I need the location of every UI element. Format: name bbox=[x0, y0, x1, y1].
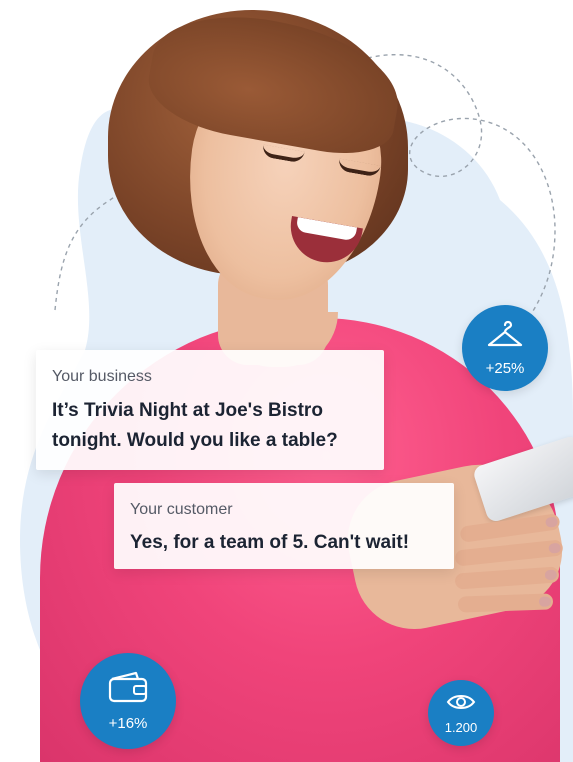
customer-message-bubble: Your customer Yes, for a team of 5. Can'… bbox=[114, 483, 454, 569]
finger bbox=[457, 593, 554, 613]
business-message-line-2: tonight. Would you like a table? bbox=[52, 430, 338, 451]
clothing-stat-badge: +25% bbox=[462, 305, 548, 391]
wallet-stat-value: +16% bbox=[108, 715, 148, 732]
views-stat-value: 1.200 bbox=[444, 720, 478, 735]
customer-label: Your customer bbox=[130, 501, 233, 518]
hero-illustration: Your business It’s Trivia Night at Joe's… bbox=[0, 0, 573, 762]
eye-icon bbox=[446, 695, 476, 709]
clothing-stat-value: +25% bbox=[485, 360, 525, 377]
hanger-icon bbox=[487, 320, 523, 347]
customer-message: Yes, for a team of 5. Can't wait! bbox=[130, 532, 410, 553]
views-stat-badge: 1.200 bbox=[428, 680, 494, 746]
business-label: Your business bbox=[52, 368, 152, 385]
wallet-stat-badge: +16% bbox=[80, 653, 176, 749]
wallet-icon bbox=[108, 671, 148, 703]
business-message-line-1: It’s Trivia Night at Joe's Bistro bbox=[52, 400, 323, 421]
business-message-bubble: Your business It’s Trivia Night at Joe's… bbox=[36, 350, 384, 470]
